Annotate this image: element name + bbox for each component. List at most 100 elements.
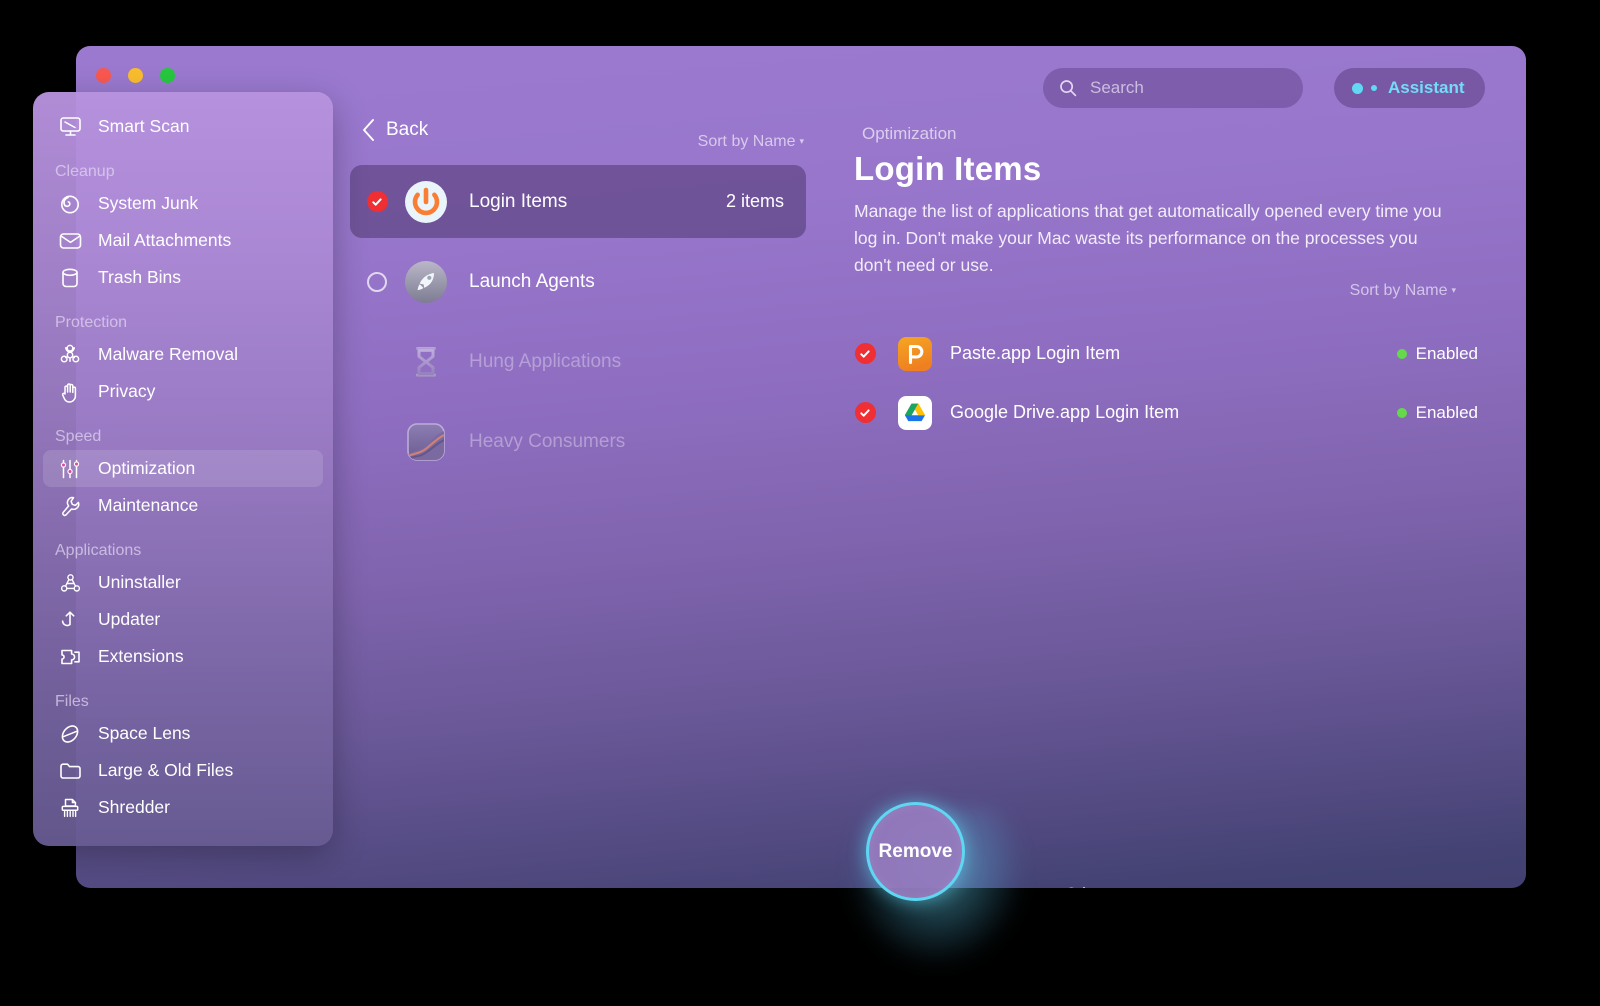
remove-button-label: Remove	[878, 840, 953, 862]
close-button[interactable]	[96, 68, 111, 83]
back-button[interactable]: Back	[362, 119, 428, 141]
sidebar: Smart Scan Cleanup System Junk Mail Atta…	[33, 92, 333, 846]
power-icon	[404, 180, 448, 224]
status-dot-icon	[1396, 407, 1407, 418]
sidebar-item-system-junk[interactable]: System Junk	[43, 185, 323, 222]
sidebar-item-maintenance[interactable]: Maintenance	[43, 487, 323, 524]
chevron-left-icon	[363, 119, 374, 141]
sidebar-group-speed: Speed	[55, 428, 102, 445]
sidebar-item-optimization[interactable]: Optimization	[43, 450, 323, 487]
sidebar-item-label: System Junk	[98, 193, 199, 213]
sidebar-item-label: Uninstaller	[98, 572, 181, 592]
sidebar-group-applications: Applications	[55, 542, 142, 559]
login-item-name: Paste.app Login Item	[950, 343, 1121, 363]
detail-sort-control[interactable]: Sort by Name ▾	[1216, 282, 1456, 300]
detail-sort-label: Sort by Name	[1349, 282, 1448, 299]
sidebar-item-privacy[interactable]: Privacy	[43, 373, 323, 410]
scan-category-name: Hung Applications	[469, 350, 622, 372]
checkbox-unchecked-icon	[367, 271, 387, 292]
scan-category-name: Heavy Consumers	[469, 430, 626, 452]
sidebar-item-uninstaller[interactable]: Uninstaller	[43, 564, 323, 601]
status-badge: Enabled	[1396, 402, 1478, 423]
screen: Back Optimization Search Assistant Sort …	[0, 0, 1600, 1006]
chart-icon	[404, 420, 448, 464]
search-icon	[1060, 80, 1077, 97]
middle-sort-label: Sort by Name	[697, 133, 796, 150]
traffic-lights	[96, 68, 175, 83]
row-checkbox[interactable]	[366, 271, 388, 292]
sidebar-item-label: Mail Attachments	[98, 230, 232, 250]
sidebar-item-extensions[interactable]: Extensions	[43, 638, 323, 675]
paste-app-icon	[898, 336, 932, 371]
google-drive-app-icon	[898, 395, 932, 430]
folder-icon	[57, 759, 83, 783]
page-description: Manage the list of applications that get…	[854, 201, 1442, 275]
sidebar-item-label: Malware Removal	[98, 344, 239, 364]
sliders-icon	[57, 457, 83, 481]
scan-category-list: Login Items 2 items Launch Agents Hung A…	[350, 165, 806, 485]
broom-icon	[57, 192, 83, 216]
chevron-down-icon: ▾	[1451, 285, 1456, 295]
assistant-dot-small-icon	[1371, 85, 1377, 91]
shredder-icon	[57, 796, 83, 820]
sidebar-item-smart-scan[interactable]: Smart Scan	[43, 108, 323, 145]
search-input[interactable]: Search	[1043, 68, 1303, 108]
page-title: Login Items	[854, 150, 1042, 187]
zoom-button[interactable]	[160, 68, 175, 83]
status-badge: Enabled	[1396, 344, 1478, 364]
rocket-icon	[404, 260, 448, 304]
remove-count-label: 2 items	[1066, 885, 1127, 888]
sidebar-item-label: Maintenance	[98, 495, 199, 515]
sidebar-item-label: Optimization	[98, 458, 196, 478]
status-label: Enabled	[1415, 402, 1478, 422]
sidebar-item-updater[interactable]: Updater	[43, 601, 323, 638]
display-icon	[57, 115, 83, 139]
assistant-button[interactable]: Assistant	[1334, 68, 1485, 108]
hourglass-icon	[404, 340, 448, 384]
sidebar-item-label: Shredder	[98, 797, 170, 817]
puzzle-piece-icon	[57, 645, 83, 669]
checkbox-checked-icon	[366, 191, 388, 212]
minimize-button[interactable]	[128, 68, 143, 83]
middle-sort-control[interactable]: Sort by Name ▾	[668, 133, 804, 151]
sidebar-item-malware-removal[interactable]: Malware Removal	[43, 336, 323, 373]
sidebar-group-cleanup: Cleanup	[55, 163, 115, 180]
sidebar-item-large-old-files[interactable]: Large & Old Files	[43, 752, 323, 789]
space-lens-icon	[57, 722, 83, 746]
login-item-row[interactable]: Paste.app Login Item Enabled	[854, 324, 1478, 383]
login-item-name: Google Drive.app Login Item	[950, 402, 1180, 422]
status-dot-icon	[1396, 348, 1407, 359]
row-checkbox[interactable]	[366, 191, 388, 212]
scan-category-name: Launch Agents	[469, 270, 595, 292]
biohazard-icon	[57, 343, 83, 367]
sidebar-item-label: Space Lens	[98, 723, 191, 743]
assistant-label: Assistant	[1388, 78, 1465, 97]
remove-button[interactable]: Remove	[866, 802, 965, 901]
sidebar-item-label: Smart Scan	[98, 116, 190, 136]
login-item-row[interactable]: Google Drive.app Login Item Enabled	[854, 383, 1478, 442]
sidebar-item-label: Extensions	[98, 646, 184, 666]
row-checkbox[interactable]	[854, 343, 876, 364]
sidebar-item-label: Updater	[98, 609, 161, 629]
envelope-icon	[57, 229, 83, 253]
module-label: Optimization	[862, 124, 957, 143]
sidebar-item-shredder[interactable]: Shredder	[43, 789, 323, 826]
sidebar-item-label: Privacy	[98, 381, 156, 401]
checkbox-checked-icon	[854, 343, 876, 364]
sidebar-item-trash-bins[interactable]: Trash Bins	[43, 259, 323, 296]
scan-category-name: Login Items	[469, 190, 568, 212]
wrench-icon	[57, 494, 83, 518]
scan-category-row[interactable]: Login Items 2 items	[350, 165, 806, 238]
scan-category-count: 2 items	[725, 191, 784, 211]
sidebar-group-files: Files	[55, 693, 89, 710]
sidebar-item-space-lens[interactable]: Space Lens	[43, 715, 323, 752]
sidebar-group-protection: Protection	[55, 314, 128, 331]
scan-category-row: Hung Applications	[350, 325, 806, 398]
scan-category-row: Heavy Consumers	[350, 405, 806, 478]
checkbox-checked-icon	[854, 402, 876, 423]
trash-icon	[57, 266, 83, 290]
sidebar-item-mail-attachments[interactable]: Mail Attachments	[43, 222, 323, 259]
row-checkbox[interactable]	[854, 402, 876, 423]
scan-category-row[interactable]: Launch Agents	[350, 245, 806, 318]
sidebar-item-label: Large & Old Files	[98, 760, 234, 780]
